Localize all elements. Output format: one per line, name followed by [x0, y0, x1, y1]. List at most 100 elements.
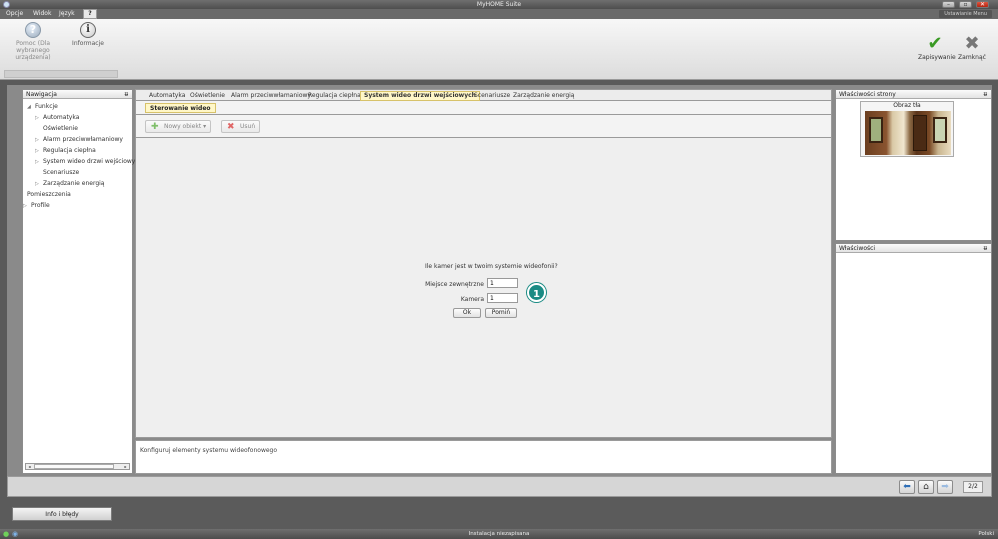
pin-icon[interactable]: ᵿ [984, 244, 987, 253]
help-tool[interactable]: ? Pomoc (Dla wybranego urządzenia) [4, 22, 62, 61]
pin-icon[interactable]: ᵿ [125, 90, 128, 99]
tree-item-regulacja[interactable]: ▷ Regulacja ciepłna [23, 145, 132, 156]
navigation-title: Nawigacja [26, 91, 57, 98]
forward-arrow-icon[interactable]: ➡ [937, 480, 953, 494]
navigation-header: Nawigacja ᵿ [23, 90, 132, 99]
save-label: Zapisywanie [918, 54, 956, 61]
tree-label: Regulacja ciepłna [43, 147, 96, 154]
camera-count-question: Ile kamer jest w twoim systemie wideofon… [425, 263, 558, 270]
skip-button[interactable]: Pomiń [485, 308, 517, 318]
menu-bar: Opcje Widok Język ? Ustawianie Menu [0, 9, 998, 19]
tree-item-scenariusze[interactable]: Scenariusze [23, 167, 132, 178]
function-tabs: Automatyka Oświetlenie Alarm przeciwwłam… [135, 89, 832, 101]
tab-system-wideo[interactable]: System wideo drzwi wejściowych [360, 91, 480, 101]
menu-help[interactable]: ? [83, 9, 97, 19]
expand-arrow-icon[interactable]: ▷ [23, 201, 31, 212]
delete-x-icon: ✖ [227, 122, 235, 132]
tree-item-automatyka[interactable]: ▷ Automatyka [23, 112, 132, 123]
tree-label: Scenariusze [43, 169, 80, 176]
tree-label: Zarządzanie energią [43, 180, 105, 187]
tree-item-alarm[interactable]: ▷ Alarm przeciwwłamaniowy [23, 134, 132, 145]
back-arrow-icon[interactable]: ⬅ [899, 480, 915, 494]
scrollbar-thumb[interactable] [34, 464, 114, 469]
ok-button[interactable]: Ok [453, 308, 481, 318]
tree-item-oswietlenie[interactable]: Oświetlenie [23, 123, 132, 134]
delete-button[interactable]: ✖ Usuń [221, 120, 261, 133]
tab-scenariusze[interactable]: Scenariusze [471, 91, 513, 101]
subtab-sterowanie-wideo[interactable]: Sterowanie wideo [145, 103, 216, 113]
outdoor-location-input[interactable] [487, 278, 518, 288]
tab-regulacja[interactable]: Regulacja ciepłna [305, 91, 364, 101]
close-window-button[interactable]: ✕ [976, 1, 989, 8]
close-x-icon: ✖ [964, 33, 980, 54]
navigation-tree: ◢ Funkcje ▷ Automatyka Oświetlenie ▷ Alarm … [23, 99, 136, 211]
properties-title: Właściwości [839, 245, 876, 252]
plus-icon: ✚ [151, 122, 159, 132]
page-properties-panel: Właściwości strony ᵿ Obraz tła [835, 89, 992, 241]
tree-item-profile[interactable]: ▷ Profile [23, 200, 132, 211]
home-icon[interactable]: ⌂ [918, 480, 934, 494]
background-image-label: Obraz tła [893, 102, 921, 109]
tab-alarm[interactable]: Alarm przeciwwłamaniowy [228, 91, 314, 101]
help-label: Pomoc (Dla wybranego urządzenia) [15, 40, 51, 61]
save-tool[interactable]: ✔ Zapisywanie [918, 33, 956, 62]
window-title: MyHOME Suite [476, 1, 522, 8]
tree-label: Profile [31, 202, 50, 209]
close-label: Zamknąć [958, 54, 986, 61]
footer-navigation: ⬅ ⌂ ➡ 2/2 [7, 476, 992, 497]
camera-label: Kamera [460, 296, 484, 303]
room-interior-image [865, 111, 951, 155]
subtabs-bar: Sterowanie wideo [135, 101, 832, 115]
menu-language[interactable]: Język [56, 9, 78, 19]
minimize-button[interactable]: – [942, 1, 955, 8]
status-bar: ● ◉ Instalacja niezapisana Polski [0, 529, 998, 539]
scroll-right-arrow-icon[interactable]: ▸ [122, 464, 129, 469]
properties-panel: Właściwości ᵿ [835, 243, 992, 474]
menu-options[interactable]: Opcje [3, 9, 26, 19]
tab-automatyka[interactable]: Automatyka [146, 91, 188, 101]
info-tool[interactable]: i Informacje [66, 22, 110, 47]
tree-item-pomieszczenia[interactable]: Pomieszczenia [23, 189, 132, 200]
camera-count-input[interactable] [487, 293, 518, 303]
outdoor-location-label: Miejsce zewnętrzne [425, 281, 484, 288]
action-bar: ✚ Nowy obiekt ▾ ✖ Usuń [135, 115, 832, 138]
info-errors-tab[interactable]: Info i błędy [12, 507, 112, 521]
checkmark-icon: ✔ [927, 33, 943, 54]
properties-header: Właściwości ᵿ [836, 244, 991, 253]
toolbar-group-strip [4, 70, 118, 78]
tree-label: System wideo drzwi wejściowy [43, 158, 136, 165]
tree-label: Pomieszczenia [27, 191, 71, 198]
step-callout-badge: 1 [527, 283, 546, 302]
tree-label: Automatyka [43, 114, 80, 121]
tree-item-system-wideo[interactable]: ▷ System wideo drzwi wejściowy [23, 156, 136, 167]
page-properties-header: Właściwości strony ᵿ [836, 90, 991, 99]
tree-label: Funkcje [35, 103, 58, 110]
status-language: Polski [978, 531, 994, 537]
status-message: Instalacja niezapisana [468, 531, 530, 537]
description-text: Konfiguruj elementy systemu wideofonoweg… [140, 447, 278, 454]
background-image-frame[interactable]: Obraz tła [860, 101, 954, 157]
tab-oswietlenie[interactable]: Oświetlenie [187, 91, 228, 101]
pin-icon[interactable]: ᵿ [984, 90, 987, 99]
dropdown-arrow-icon: ▾ [203, 123, 207, 130]
settings-menu-tag[interactable]: Ustawianie Menu [939, 10, 992, 18]
navigation-panel: Nawigacja ᵿ ◢ Funkcje ▷ Automatyka Oświetl… [22, 89, 136, 474]
horizontal-scrollbar[interactable]: ◂ ▸ [25, 463, 130, 470]
maximize-button[interactable]: ▫ [959, 1, 972, 8]
scroll-left-arrow-icon[interactable]: ◂ [26, 464, 33, 469]
main-content-area [135, 138, 832, 438]
tree-label: Oświetlenie [43, 125, 78, 132]
menu-view[interactable]: Widok [30, 9, 54, 19]
help-icon: ? [25, 22, 41, 38]
page-properties-title: Właściwości strony [839, 91, 896, 98]
tab-zarzadzanie[interactable]: Zarządzanie energią [510, 91, 577, 101]
close-tool[interactable]: ✖ Zamknąć [955, 33, 989, 62]
info-label: Informacje [72, 40, 104, 47]
ribbon-toolbar: ? Pomoc (Dla wybranego urządzenia) i Inf… [0, 19, 998, 80]
tree-item-zarzadzanie[interactable]: ▷ Zarządzanie energią [23, 178, 132, 189]
tree-item-funkcje[interactable]: ◢ Funkcje [23, 101, 132, 112]
delete-label: Usuń [240, 123, 256, 130]
bottom-bar: Info i błędy [0, 500, 998, 529]
page-indicator: 2/2 [963, 481, 983, 493]
new-object-button[interactable]: ✚ Nowy obiekt ▾ [145, 120, 212, 133]
